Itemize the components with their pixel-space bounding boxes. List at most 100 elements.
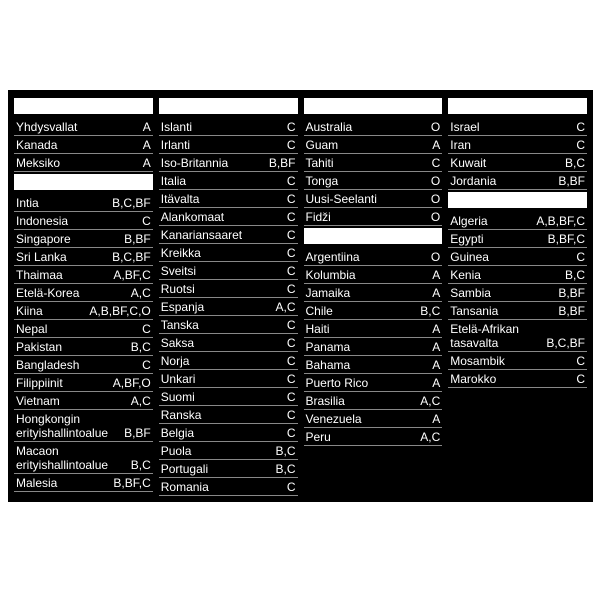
country-name: Yhdysvallat (16, 120, 143, 134)
table-row: ItaliaC (159, 172, 298, 190)
country-name: Guam (306, 138, 433, 152)
plug-code: C (287, 426, 296, 440)
plug-code: A (432, 358, 440, 372)
table-row: IrlantiC (159, 136, 298, 154)
region-header (304, 98, 443, 114)
plug-code: A,C (275, 300, 295, 314)
plug-code: A (432, 138, 440, 152)
plug-code: B,BF (269, 156, 296, 170)
plug-code: A (432, 340, 440, 354)
table-row: TansaniaB,BF (448, 302, 587, 320)
country-name: Irlanti (161, 138, 287, 152)
table-row: AustraliaO (304, 118, 443, 136)
country-name: Brasilia (306, 394, 421, 408)
table-row: RuotsiC (159, 280, 298, 298)
country-name: Vietnam (16, 394, 131, 408)
plug-code: A (143, 138, 151, 152)
table-row: Puerto RicoA (304, 374, 443, 392)
country-name: Thaimaa (16, 268, 113, 282)
country-name: Kiina (16, 304, 89, 318)
plug-code: C (287, 372, 296, 386)
table-row: HaitiA (304, 320, 443, 338)
plug-code: C (287, 174, 296, 188)
plug-code: B,C (565, 268, 585, 282)
country-name: Italia (161, 174, 287, 188)
plug-code: C (287, 480, 296, 494)
plug-code: B,BF (558, 304, 585, 318)
country-name: Etelä-Afrikan tasavalta (450, 322, 546, 350)
plug-code: O (431, 174, 440, 188)
country-name: Kanariansaaret (161, 228, 287, 242)
country-name: Nepal (16, 322, 142, 336)
plug-code: O (431, 192, 440, 206)
column-3: IsraelCIranCKuwaitB,CJordaniaB,BF Algeri… (448, 96, 587, 496)
table-row: BangladeshC (14, 356, 153, 374)
table-row: PortugaliB,C (159, 460, 298, 478)
table-row: JamaikaA (304, 284, 443, 302)
table-row: SambiaB,BF (448, 284, 587, 302)
table-row: KeniaB,C (448, 266, 587, 284)
plug-code: B,BF (558, 286, 585, 300)
table-row: SingaporeB,BF (14, 230, 153, 248)
plug-code: A (432, 376, 440, 390)
table-row: IsraelC (448, 118, 587, 136)
country-name: Kolumbia (306, 268, 433, 282)
region-header (14, 174, 153, 190)
plug-code: B,C,BF (112, 196, 151, 210)
country-name: Bangladesh (16, 358, 142, 372)
country-name: Tansania (450, 304, 558, 318)
country-name: Macaon erityishallintoalue (16, 444, 131, 472)
region-header (14, 98, 153, 114)
plug-code: A,C (420, 394, 440, 408)
plug-code: B,BF (124, 232, 151, 246)
country-name: Filippiinit (16, 376, 113, 390)
plug-code: A,B,BF,C,O (89, 304, 150, 318)
table-row: EgyptiB,BF,C (448, 230, 587, 248)
country-name: Espanja (161, 300, 276, 314)
plug-code: C (287, 318, 296, 332)
table-row: EspanjaA,C (159, 298, 298, 316)
table-row: KanariansaaretC (159, 226, 298, 244)
plug-code: A,B,BF,C (536, 214, 585, 228)
country-name: Chile (306, 304, 421, 318)
plug-code: A,BF,C (113, 268, 150, 282)
plug-code: A (432, 286, 440, 300)
table-row: RanskaC (159, 406, 298, 424)
table-row: JordaniaB,BF (448, 172, 587, 190)
plug-code: C (142, 358, 151, 372)
country-name: Marokko (450, 372, 576, 386)
table-row: SuomiC (159, 388, 298, 406)
plug-code: A (143, 156, 151, 170)
plug-code: C (287, 354, 296, 368)
country-name: Ruotsi (161, 282, 287, 296)
table-row: MalesiaB,BF,C (14, 474, 153, 492)
country-name: Suomi (161, 390, 287, 404)
country-name: Tahiti (306, 156, 432, 170)
plug-code: A (432, 268, 440, 282)
plug-code: B,BF,C (113, 476, 150, 490)
country-name: Islanti (161, 120, 287, 134)
country-name: Romania (161, 480, 287, 494)
country-name: Sri Lanka (16, 250, 112, 264)
plug-code: C (287, 336, 296, 350)
country-name: Venezuela (306, 412, 433, 426)
table-row: Uusi-SeelantiO (304, 190, 443, 208)
plug-code: B,C (565, 156, 585, 170)
table-row: Etelä-KoreaA,C (14, 284, 153, 302)
plug-code: C (576, 120, 585, 134)
table-row: YhdysvallatA (14, 118, 153, 136)
plug-code: C (287, 120, 296, 134)
table-row: KreikkaC (159, 244, 298, 262)
country-name: Indonesia (16, 214, 142, 228)
country-name: Sveitsi (161, 264, 287, 278)
table-row: TahitiC (304, 154, 443, 172)
plug-code: C (287, 390, 296, 404)
country-name: Singapore (16, 232, 124, 246)
plug-code: C (287, 138, 296, 152)
table-row: GuamA (304, 136, 443, 154)
country-name: Pakistan (16, 340, 131, 354)
table-row: MarokkoC (448, 370, 587, 388)
plug-code: C (576, 372, 585, 386)
country-name: Ranska (161, 408, 287, 422)
table-row: Macaon erityishallintoalueB,C (14, 442, 153, 474)
